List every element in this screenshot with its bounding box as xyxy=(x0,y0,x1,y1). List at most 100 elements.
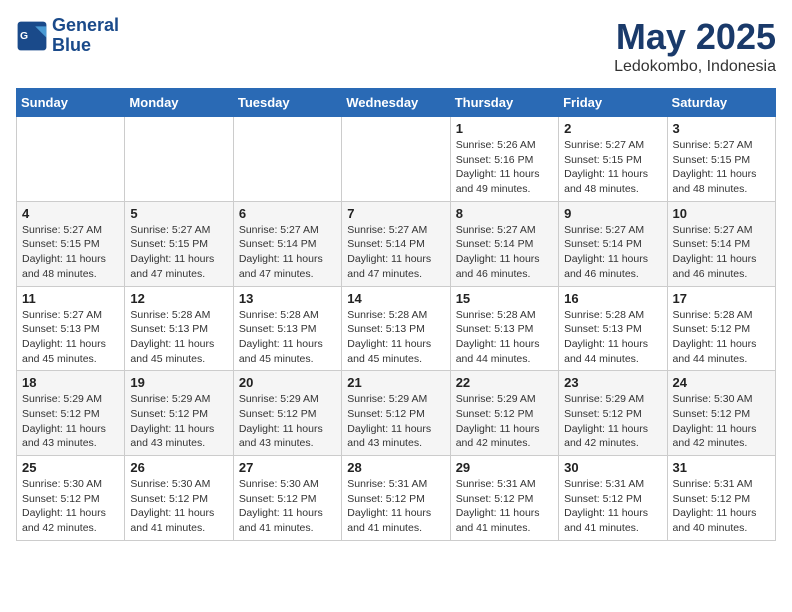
day-info: Sunrise: 5:29 AM Sunset: 5:12 PM Dayligh… xyxy=(130,392,227,451)
calendar-cell: 2 Sunrise: 5:27 AM Sunset: 5:15 PM Daylig… xyxy=(559,117,667,202)
day-info: Sunrise: 5:27 AM Sunset: 5:15 PM Dayligh… xyxy=(22,223,119,282)
day-number: 2 xyxy=(564,121,661,136)
day-info: Sunrise: 5:27 AM Sunset: 5:14 PM Dayligh… xyxy=(673,223,770,282)
logo: G General Blue xyxy=(16,16,119,56)
day-info: Sunrise: 5:27 AM Sunset: 5:14 PM Dayligh… xyxy=(239,223,336,282)
day-number: 1 xyxy=(456,121,553,136)
day-number: 11 xyxy=(22,291,119,306)
calendar-cell xyxy=(342,117,450,202)
day-info: Sunrise: 5:30 AM Sunset: 5:12 PM Dayligh… xyxy=(22,477,119,536)
day-number: 8 xyxy=(456,206,553,221)
day-number: 17 xyxy=(673,291,770,306)
calendar-cell: 10Sunrise: 5:27 AM Sunset: 5:14 PM Dayli… xyxy=(667,201,775,286)
day-number: 29 xyxy=(456,460,553,475)
calendar-cell xyxy=(233,117,341,202)
calendar-cell: 28Sunrise: 5:31 AM Sunset: 5:12 PM Dayli… xyxy=(342,456,450,541)
calendar-cell: 16 Sunrise: 5:28 AM Sunset: 5:13 PM Dayli… xyxy=(559,286,667,371)
week-row-2: 4 Sunrise: 5:27 AM Sunset: 5:15 PM Daylig… xyxy=(17,201,776,286)
day-info: Sunrise: 5:28 AM Sunset: 5:13 PM Dayligh… xyxy=(564,308,661,367)
day-info: Sunrise: 5:27 AM Sunset: 5:14 PM Dayligh… xyxy=(347,223,444,282)
day-info: Sunrise: 5:27 AM Sunset: 5:15 PM Dayligh… xyxy=(673,138,770,197)
calendar-cell xyxy=(17,117,125,202)
day-info: Sunrise: 5:27 AM Sunset: 5:15 PM Dayligh… xyxy=(564,138,661,197)
day-number: 6 xyxy=(239,206,336,221)
day-info: Sunrise: 5:28 AM Sunset: 5:13 PM Dayligh… xyxy=(239,308,336,367)
logo-icon: G xyxy=(16,20,48,52)
calendar-cell: 9Sunrise: 5:27 AM Sunset: 5:14 PM Daylig… xyxy=(559,201,667,286)
day-number: 30 xyxy=(564,460,661,475)
calendar-cell: 27Sunrise: 5:30 AM Sunset: 5:12 PM Dayli… xyxy=(233,456,341,541)
day-number: 4 xyxy=(22,206,119,221)
day-number: 26 xyxy=(130,460,227,475)
day-number: 22 xyxy=(456,375,553,390)
weekday-header-thursday: Thursday xyxy=(450,89,558,117)
calendar-cell: 29 Sunrise: 5:31 AM Sunset: 5:12 PM Dayli… xyxy=(450,456,558,541)
day-number: 25 xyxy=(22,460,119,475)
calendar-cell: 3 Sunrise: 5:27 AM Sunset: 5:15 PM Daylig… xyxy=(667,117,775,202)
weekday-header-tuesday: Tuesday xyxy=(233,89,341,117)
calendar-cell: 30 Sunrise: 5:31 AM Sunset: 5:12 PM Dayli… xyxy=(559,456,667,541)
weekday-header-saturday: Saturday xyxy=(667,89,775,117)
calendar-cell: 1 Sunrise: 5:26 AM Sunset: 5:16 PM Daylig… xyxy=(450,117,558,202)
title-block: May 2025 Ledokombo, Indonesia xyxy=(614,16,776,76)
day-info: Sunrise: 5:31 AM Sunset: 5:12 PM Dayligh… xyxy=(673,477,770,536)
location: Ledokombo, Indonesia xyxy=(614,58,776,76)
weekday-header-monday: Monday xyxy=(125,89,233,117)
day-number: 23 xyxy=(564,375,661,390)
calendar-cell: 7Sunrise: 5:27 AM Sunset: 5:14 PM Daylig… xyxy=(342,201,450,286)
page-header: G General Blue May 2025 Ledokombo, Indon… xyxy=(16,16,776,76)
week-row-4: 18 Sunrise: 5:29 AM Sunset: 5:12 PM Dayli… xyxy=(17,371,776,456)
week-row-1: 1 Sunrise: 5:26 AM Sunset: 5:16 PM Daylig… xyxy=(17,117,776,202)
day-info: Sunrise: 5:26 AM Sunset: 5:16 PM Dayligh… xyxy=(456,138,553,197)
calendar-cell: 22 Sunrise: 5:29 AM Sunset: 5:12 PM Dayli… xyxy=(450,371,558,456)
calendar-cell: 11 Sunrise: 5:27 AM Sunset: 5:13 PM Dayli… xyxy=(17,286,125,371)
calendar-cell xyxy=(125,117,233,202)
day-number: 19 xyxy=(130,375,227,390)
day-number: 9 xyxy=(564,206,661,221)
day-info: Sunrise: 5:28 AM Sunset: 5:13 PM Dayligh… xyxy=(130,308,227,367)
weekday-header-row: SundayMondayTuesdayWednesdayThursdayFrid… xyxy=(17,89,776,117)
day-info: Sunrise: 5:27 AM Sunset: 5:13 PM Dayligh… xyxy=(22,308,119,367)
calendar-cell: 13 Sunrise: 5:28 AM Sunset: 5:13 PM Dayli… xyxy=(233,286,341,371)
day-info: Sunrise: 5:29 AM Sunset: 5:12 PM Dayligh… xyxy=(347,392,444,451)
calendar-cell: 17Sunrise: 5:28 AM Sunset: 5:12 PM Dayli… xyxy=(667,286,775,371)
day-info: Sunrise: 5:27 AM Sunset: 5:14 PM Dayligh… xyxy=(456,223,553,282)
calendar-cell: 20 Sunrise: 5:29 AM Sunset: 5:12 PM Dayli… xyxy=(233,371,341,456)
calendar-cell: 18 Sunrise: 5:29 AM Sunset: 5:12 PM Dayli… xyxy=(17,371,125,456)
calendar-cell: 14Sunrise: 5:28 AM Sunset: 5:13 PM Dayli… xyxy=(342,286,450,371)
day-number: 15 xyxy=(456,291,553,306)
day-number: 20 xyxy=(239,375,336,390)
calendar-cell: 4 Sunrise: 5:27 AM Sunset: 5:15 PM Daylig… xyxy=(17,201,125,286)
day-info: Sunrise: 5:31 AM Sunset: 5:12 PM Dayligh… xyxy=(456,477,553,536)
calendar-cell: 24 Sunrise: 5:30 AM Sunset: 5:12 PM Dayli… xyxy=(667,371,775,456)
day-info: Sunrise: 5:29 AM Sunset: 5:12 PM Dayligh… xyxy=(456,392,553,451)
day-info: Sunrise: 5:29 AM Sunset: 5:12 PM Dayligh… xyxy=(22,392,119,451)
calendar-cell: 15Sunrise: 5:28 AM Sunset: 5:13 PM Dayli… xyxy=(450,286,558,371)
day-info: Sunrise: 5:30 AM Sunset: 5:12 PM Dayligh… xyxy=(673,392,770,451)
calendar-cell: 31Sunrise: 5:31 AM Sunset: 5:12 PM Dayli… xyxy=(667,456,775,541)
svg-text:G: G xyxy=(20,31,28,42)
day-info: Sunrise: 5:27 AM Sunset: 5:15 PM Dayligh… xyxy=(130,223,227,282)
day-info: Sunrise: 5:29 AM Sunset: 5:12 PM Dayligh… xyxy=(564,392,661,451)
calendar-cell: 5Sunrise: 5:27 AM Sunset: 5:15 PM Daylig… xyxy=(125,201,233,286)
calendar-cell: 26Sunrise: 5:30 AM Sunset: 5:12 PM Dayli… xyxy=(125,456,233,541)
logo-text: General Blue xyxy=(52,16,119,56)
weekday-header-friday: Friday xyxy=(559,89,667,117)
week-row-5: 25 Sunrise: 5:30 AM Sunset: 5:12 PM Dayli… xyxy=(17,456,776,541)
calendar-cell: 6 Sunrise: 5:27 AM Sunset: 5:14 PM Daylig… xyxy=(233,201,341,286)
day-number: 13 xyxy=(239,291,336,306)
day-number: 12 xyxy=(130,291,227,306)
weekday-header-wednesday: Wednesday xyxy=(342,89,450,117)
month-title: May 2025 xyxy=(614,16,776,58)
day-number: 18 xyxy=(22,375,119,390)
day-number: 3 xyxy=(673,121,770,136)
day-number: 16 xyxy=(564,291,661,306)
weekday-header-sunday: Sunday xyxy=(17,89,125,117)
calendar-cell: 19 Sunrise: 5:29 AM Sunset: 5:12 PM Dayli… xyxy=(125,371,233,456)
calendar-table: SundayMondayTuesdayWednesdayThursdayFrid… xyxy=(16,88,776,541)
day-number: 24 xyxy=(673,375,770,390)
day-info: Sunrise: 5:28 AM Sunset: 5:13 PM Dayligh… xyxy=(347,308,444,367)
calendar-cell: 12 Sunrise: 5:28 AM Sunset: 5:13 PM Dayli… xyxy=(125,286,233,371)
day-info: Sunrise: 5:31 AM Sunset: 5:12 PM Dayligh… xyxy=(564,477,661,536)
day-info: Sunrise: 5:29 AM Sunset: 5:12 PM Dayligh… xyxy=(239,392,336,451)
